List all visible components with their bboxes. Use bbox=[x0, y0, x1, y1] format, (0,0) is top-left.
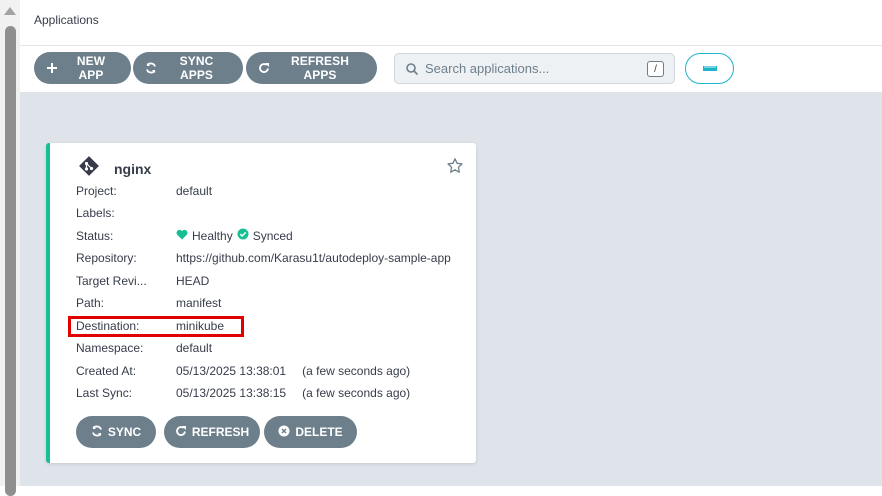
app-name[interactable]: nginx bbox=[114, 161, 151, 177]
refresh-button[interactable]: REFRESH bbox=[164, 416, 260, 448]
scroll-thumb[interactable] bbox=[5, 26, 16, 496]
sync-button-label: SYNC bbox=[107, 425, 142, 439]
heart-icon bbox=[176, 228, 188, 244]
project-label: Project: bbox=[76, 184, 117, 198]
repository-value[interactable]: https://github.com/Karasu1t/autodeploy-s… bbox=[176, 250, 456, 266]
namespace-value: default bbox=[176, 341, 213, 355]
labels-label: Labels: bbox=[76, 206, 115, 220]
health-status: Healthy bbox=[192, 229, 233, 243]
refresh-apps-label: REFRESH APPS bbox=[290, 54, 350, 82]
search-box[interactable]: / bbox=[394, 53, 675, 84]
refresh-icon bbox=[258, 62, 270, 74]
page-scrollbar[interactable] bbox=[0, 0, 20, 496]
refresh-apps-button[interactable]: REFRESH APPS bbox=[246, 52, 377, 84]
view-toggle-button[interactable] bbox=[685, 53, 734, 84]
sync-button[interactable]: SYNC bbox=[76, 416, 156, 448]
created-at-relative: (a few seconds ago) bbox=[302, 364, 411, 378]
last-sync-label: Last Sync: bbox=[76, 386, 133, 400]
git-icon bbox=[78, 155, 100, 182]
project-value: default bbox=[176, 184, 213, 198]
sync-apps-label: SYNC APPS bbox=[179, 54, 214, 82]
delete-button-label: DELETE bbox=[295, 425, 343, 439]
target-revision-label: Target Revi... bbox=[76, 274, 147, 288]
star-favorite-icon[interactable] bbox=[446, 157, 464, 175]
repository-label: Repository: bbox=[76, 251, 137, 265]
delete-button[interactable]: DELETE bbox=[264, 416, 357, 448]
tiles-view-icon bbox=[702, 60, 718, 78]
search-icon bbox=[405, 62, 419, 76]
top-bar: Applications bbox=[20, 0, 882, 46]
new-app-button[interactable]: NEW APP bbox=[34, 52, 131, 84]
app-card-header: nginx bbox=[78, 155, 151, 182]
page-title: Applications bbox=[34, 13, 99, 27]
path-label: Path: bbox=[76, 296, 105, 310]
sync-icon bbox=[145, 62, 157, 74]
refresh-icon bbox=[175, 425, 187, 440]
target-revision-value: HEAD bbox=[176, 274, 210, 288]
applications-content: nginx Project: default Labels: Status: H… bbox=[20, 92, 882, 486]
created-at-label: Created At: bbox=[76, 364, 137, 378]
refresh-button-label: REFRESH bbox=[191, 425, 250, 439]
sync-status: Synced bbox=[252, 229, 293, 243]
last-sync-relative: (a few seconds ago) bbox=[302, 386, 411, 400]
last-sync-date: 05/13/2025 13:38:15 bbox=[176, 386, 287, 400]
toolbar: NEW APP SYNC APPS REFRESH APPS / bbox=[20, 46, 882, 92]
check-circle-icon bbox=[237, 228, 249, 244]
app-card[interactable]: nginx Project: default Labels: Status: H… bbox=[46, 143, 476, 463]
status-label: Status: bbox=[76, 229, 114, 243]
created-at-value: 05/13/2025 13:38:01 (a few seconds ago) bbox=[176, 363, 456, 379]
status-value: Healthy Synced bbox=[176, 228, 456, 244]
plus-icon bbox=[46, 62, 58, 74]
scroll-up-arrow-icon[interactable] bbox=[4, 7, 16, 15]
namespace-label: Namespace: bbox=[76, 341, 144, 355]
delete-x-circle-icon bbox=[278, 425, 290, 440]
sync-apps-button[interactable]: SYNC APPS bbox=[133, 52, 243, 84]
last-sync-value: 05/13/2025 13:38:15 (a few seconds ago) bbox=[176, 385, 456, 401]
search-shortcut-key: / bbox=[647, 61, 664, 77]
created-at-date: 05/13/2025 13:38:01 bbox=[176, 364, 287, 378]
destination-highlight-box bbox=[68, 316, 244, 337]
search-input[interactable] bbox=[423, 58, 633, 79]
new-app-label: NEW APP bbox=[76, 54, 106, 82]
path-value: manifest bbox=[176, 296, 222, 310]
sync-icon bbox=[91, 425, 103, 440]
